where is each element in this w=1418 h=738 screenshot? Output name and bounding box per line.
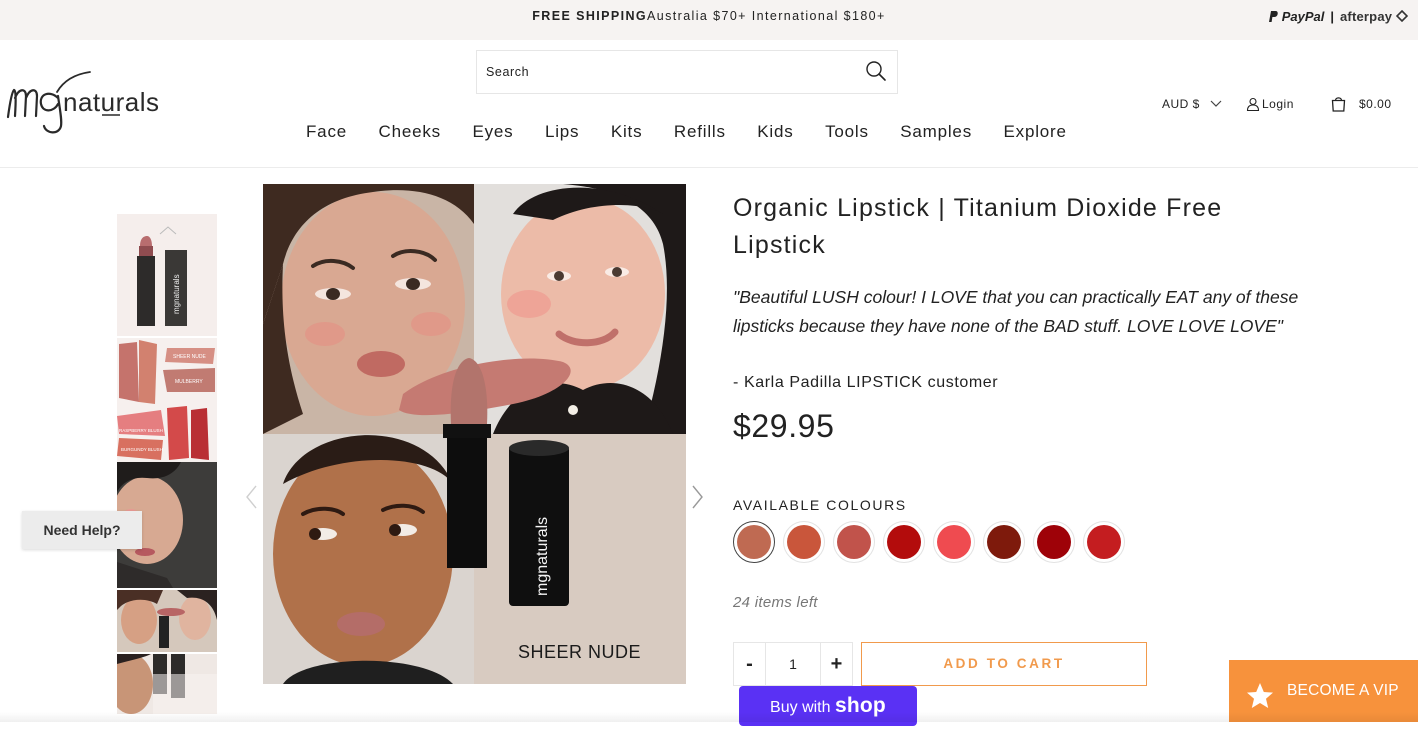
colour-dot [1037,525,1071,559]
nav-kits[interactable]: Kits [611,122,643,146]
afterpay-text: afterpay [1340,8,1393,24]
thumbnail-collage[interactable] [117,590,217,652]
cart-link[interactable]: $0.00 [1331,96,1392,112]
quantity-stepper: - 1 + [733,642,853,686]
page-bottom-shadow [0,712,1418,722]
colour-swatches [733,521,1133,563]
thumbnail-swatches[interactable]: SHEER NUDE MULBERRY RASPBERRY BLUSH BURG… [117,338,217,462]
cart-total: $0.00 [1359,97,1392,111]
quantity-decrease-button[interactable]: - [734,643,766,685]
stock-status: 24 items left [733,594,818,611]
quantity-input[interactable]: 1 [766,643,820,685]
search-box [476,50,898,94]
shipping-announcement: FREE SHIPPINGAustralia $70+ Internationa… [0,0,1418,32]
nav-tools[interactable]: Tools [825,122,869,146]
chevron-down-icon [1210,100,1222,107]
thumb-label-burgundy-blush: BURGUNDY BLUSH [121,447,163,452]
chevron-left-icon[interactable] [242,484,262,510]
thumbnail-gallery: mgnaturals SHEER NUDE MULBERRY RASPBERRY… [117,214,217,714]
collage-thumb-icon [117,590,217,652]
colour-dot [937,525,971,559]
login-label: Login [1262,97,1294,111]
nav-samples[interactable]: Samples [900,122,972,146]
brand-logo[interactable]: naturals [6,70,188,136]
product-title: Organic Lipstick | Titanium Dioxide Free… [733,194,1223,259]
colour-dot [887,525,921,559]
login-link[interactable]: Login [1246,96,1294,112]
customer-quote: "Beautiful LUSH colour! I LOVE that you … [733,287,1299,336]
product-collage-image: mgnaturals SHEER NUDE [263,184,686,684]
colour-swatch-6[interactable] [983,521,1025,563]
payment-logos: PayPal | afterpay [1267,7,1409,25]
search-input[interactable] [486,51,846,93]
svg-text:mgnaturals: mgnaturals [172,274,181,314]
nav-lips[interactable]: Lips [545,122,579,146]
available-colours-label: AVAILABLE COLOURS [733,497,907,513]
thumb-label-sheer-nude: SHEER NUDE [173,354,206,360]
thumb-label-raspberry-blush: RASPBERRY BLUSH [119,428,163,433]
colour-swatch-1[interactable] [733,521,775,563]
afterpay-arrows-icon [1395,9,1409,22]
nav-face[interactable]: Face [306,122,347,146]
thumb-label-mulberry: MULBERRY [175,379,203,385]
colour-swatch-8[interactable] [1083,521,1125,563]
nav-refills[interactable]: Refills [674,122,726,146]
colour-swatch-7[interactable] [1033,521,1075,563]
colour-dot [787,525,821,559]
colour-dot [837,525,871,559]
tube-brand-text: mgnaturals [534,517,551,596]
quote-author: - Karla Padilla LIPSTICK customer [733,374,999,391]
free-shipping-label: FREE SHIPPING [532,9,648,23]
shade-label: SHEER NUDE [518,642,641,662]
star-icon [1245,676,1275,708]
main-navigation: Face Cheeks Eyes Lips Kits Refills Kids … [306,122,1098,146]
model-lipstick-thumb-icon [117,654,217,714]
site-header: naturals Face Cheeks Eyes Lips Kits Refi… [0,40,1418,168]
need-help-label: Need Help? [43,522,121,538]
announcement-bar: FREE SHIPPINGAustralia $70+ Internationa… [0,0,1418,40]
shipping-thresholds: Australia $70+ International $180+ [647,9,886,23]
colour-dot [987,525,1021,559]
thumbnail-model-lipstick[interactable] [117,654,217,714]
user-icon [1246,97,1260,111]
swatch-thumb-icon: SHEER NUDE MULBERRY RASPBERRY BLUSH BURG… [117,340,215,460]
paypal-text: PayPal [1281,8,1325,24]
chevron-up-icon[interactable] [159,222,177,235]
shopping-bag-icon [1331,97,1346,112]
nav-explore[interactable]: Explore [1004,122,1067,146]
colour-dot [737,525,771,559]
thumbnail-lipstick[interactable]: mgnaturals [117,214,217,336]
currency-label: AUD $ [1162,97,1200,111]
nav-kids[interactable]: Kids [757,122,793,146]
afterpay-logo: afterpay [1340,8,1409,24]
nav-eyes[interactable]: Eyes [472,122,513,146]
need-help-button[interactable]: Need Help? [22,511,142,549]
product-price: $29.95 [733,408,835,444]
paypal-logo: PayPal [1267,8,1325,24]
mgnaturals-logo-icon: naturals [6,71,160,134]
product-main-image[interactable]: mgnaturals SHEER NUDE [263,184,686,684]
payment-separator: | [1330,8,1334,24]
search-icon[interactable] [865,60,887,82]
colour-swatch-2[interactable] [783,521,825,563]
svg-text:naturals: naturals [63,87,160,117]
colour-dot [1087,525,1121,559]
colour-swatch-3[interactable] [833,521,875,563]
nav-cheeks[interactable]: Cheeks [379,122,441,146]
currency-selector[interactable]: AUD $ [1162,96,1223,112]
colour-swatch-4[interactable] [883,521,925,563]
paypal-icon [1268,10,1278,22]
chevron-right-icon[interactable] [688,484,708,510]
colour-swatch-5[interactable] [933,521,975,563]
add-to-cart-button[interactable]: ADD TO CART [861,642,1147,686]
quantity-increase-button[interactable]: + [820,643,852,685]
